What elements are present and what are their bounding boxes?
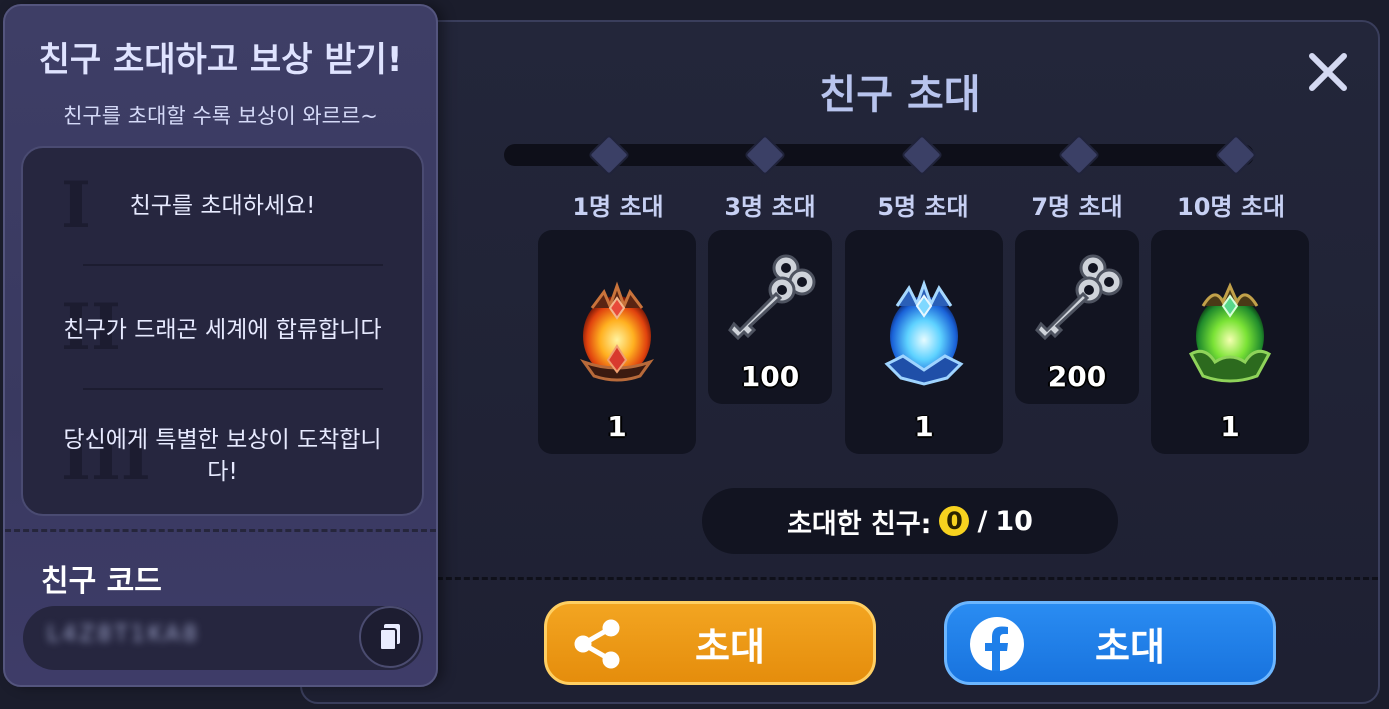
copy-code-button[interactable] [359,606,421,668]
milestone-marker [587,133,631,177]
invited-friends-total: 10 [995,505,1033,537]
copy-icon [379,624,400,651]
share-invite-button[interactable]: 초대 [544,601,876,685]
close-icon[interactable] [1306,50,1350,94]
reward-card[interactable]: 100 [708,230,832,404]
dialog-title: 친구 초대 [819,72,981,118]
friend-code-field[interactable]: L4Z8T1KA8 [23,606,423,670]
reward-card[interactable]: 1 [1151,230,1309,454]
milestone-marker [900,133,944,177]
milestone-marker [1057,133,1101,177]
reward-card[interactable]: 1 [845,230,1003,454]
step-text: 당신에게 특별한 보상이 도착합니다! [63,427,382,485]
divider [302,577,1378,580]
milestone-label: 3명 초대 [724,193,816,221]
milestone-marker [743,133,787,177]
key-icon [1015,248,1139,348]
friend-code-value: L4Z8T1KA8 [47,622,200,647]
reward-card[interactable]: 200 [1015,230,1139,404]
share-icon [574,619,620,669]
reward-card[interactable]: 1 [538,230,696,454]
panel-title: 친구 초대하고 보상 받기! [38,40,403,80]
facebook-icon [970,617,1024,671]
reward-count: 1 [607,410,627,443]
milestone-label: 10명 초대 [1177,193,1285,221]
milestone-label: 5명 초대 [877,193,969,221]
invited-friends-current: 0 [939,506,970,536]
step-text: 친구가 드래곤 세계에 합류합니다 [63,317,382,343]
friend-code-label: 친구 코드 [41,564,162,599]
milestone-marker [1214,133,1258,177]
fire-egg-icon [538,276,696,386]
reward-count: 100 [740,360,800,393]
panel-subtitle: 친구를 초대할 수록 보상이 와르르~ [63,104,378,128]
nature-egg-icon [1151,276,1309,386]
step-separator [83,264,383,266]
reward-count: 200 [1047,360,1107,393]
invited-friends-separator: / [977,505,988,537]
reward-count: 1 [914,410,934,443]
divider [5,529,436,532]
invited-friends-label: 초대한 친구: [787,508,932,540]
step-text: 친구를 초대하세요! [129,193,316,219]
ice-egg-icon [845,276,1003,386]
key-icon [708,248,832,348]
milestone-label: 7명 초대 [1031,193,1123,221]
invited-friends-counter: 초대한 친구: 0 / 10 [702,488,1118,554]
invite-info-panel: 친구 초대하고 보상 받기! 친구를 초대할 수록 보상이 와르르~ I 친구를… [3,4,438,687]
milestone-label: 1명 초대 [572,193,664,221]
reward-count: 1 [1220,410,1240,443]
invite-dialog: 친구 초대 1명 초대 3명 초대 5명 초대 7명 초대 10명 초대 1 1… [300,20,1380,704]
steps-box: I 친구를 초대하세요! II 친구가 드래곤 세계에 합류합니다 III 당신… [21,146,424,516]
step-separator [83,388,383,390]
facebook-invite-button[interactable]: 초대 [944,601,1276,685]
